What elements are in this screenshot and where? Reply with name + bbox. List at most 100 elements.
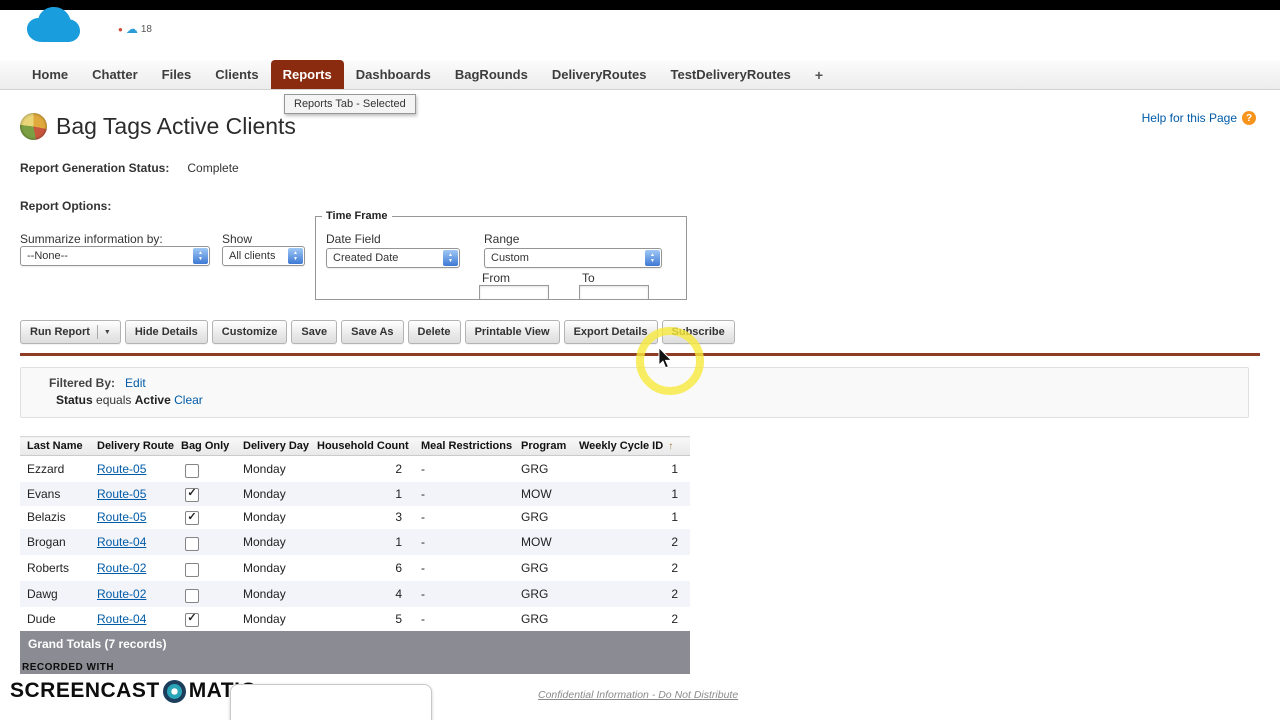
col-weekly-cycle-id[interactable]: Weekly Cycle ID ↑ (572, 436, 690, 456)
table-row: Ezzard Route-05 Monday 2 - GRG 1 (20, 456, 690, 483)
summarize-select[interactable]: --None-- ▲ ▼ (20, 246, 210, 266)
tab-bar: Home Chatter Files Clients Reports Dashb… (0, 60, 1280, 90)
cell-bag-only (174, 581, 236, 607)
cell-weekly-cycle-id: 2 (671, 587, 678, 601)
delivery-route-link[interactable]: Route-02 (97, 561, 146, 575)
bag-only-checkbox[interactable] (185, 464, 199, 478)
report-icon (20, 113, 47, 140)
hide-details-button[interactable]: Hide Details (124, 320, 208, 344)
cell-bag-only: ✓ (174, 607, 236, 631)
cell-bag-only: ✓ (174, 506, 236, 530)
filter-clear-link[interactable]: Clear (174, 393, 203, 407)
delivery-route-link[interactable]: Route-02 (97, 587, 146, 601)
cell-delivery-route: Route-05 (90, 482, 174, 506)
cell-weekly-cycle-id: 1 (671, 462, 678, 476)
cell-delivery-route: Route-05 (90, 456, 174, 483)
cell-last-name: Roberts (27, 561, 70, 575)
cell-weekly-cycle-id: 1 (671, 510, 678, 525)
report-generation-status: Report Generation Status: Complete (20, 161, 239, 175)
cell-meal-restrictions: - (421, 611, 425, 626)
bag-only-checkbox[interactable] (185, 563, 199, 577)
watermark-brand: SCREENCAST MATIC (10, 679, 256, 703)
tab-dashboards[interactable]: Dashboards (344, 60, 443, 89)
tab-chatter[interactable]: Chatter (80, 60, 150, 89)
cell-weekly-cycle-id: 2 (671, 561, 678, 575)
cell-meal-restrictions: - (421, 535, 425, 549)
range-select[interactable]: Custom ▲ ▼ (484, 248, 662, 268)
cell-last-name: Ezzard (27, 462, 65, 476)
cell-bag-only (174, 456, 236, 483)
button-divider (96, 325, 98, 339)
export-details-button[interactable]: Export Details (563, 320, 658, 344)
tab-home[interactable]: Home (20, 60, 80, 89)
select-arrows-icon: ▲ ▼ (193, 248, 208, 264)
select-arrows-icon: ▲ ▼ (443, 250, 458, 266)
tab-testdeliveryroutes[interactable]: TestDeliveryRoutes (658, 60, 802, 89)
cell-bag-only (174, 529, 236, 555)
delivery-route-link[interactable]: Route-04 (97, 612, 146, 626)
col-household-count[interactable]: Household Count (310, 436, 414, 456)
cell-delivery-day: Monday (243, 611, 286, 626)
confidential-footer-text: Confidential Information - Do Not Distri… (538, 689, 739, 701)
cell-household-count: 3 (395, 510, 402, 525)
delivery-route-link[interactable]: Route-04 (97, 535, 146, 549)
filtered-by-label: Filtered By: (49, 376, 116, 390)
help-link[interactable]: Help for this Page (1142, 111, 1237, 125)
report-options-heading: Report Options: (20, 199, 112, 213)
cell-weekly-cycle-id: 2 (671, 611, 678, 626)
bag-only-checkbox[interactable] (185, 589, 199, 603)
col-delivery-day[interactable]: Delivery Day (236, 436, 310, 456)
delivery-route-link[interactable]: Route-05 (97, 510, 146, 524)
filter-operator: equals (96, 393, 132, 407)
run-report-button[interactable]: Run Report ▼ (20, 320, 121, 344)
cell-delivery-day: Monday (243, 535, 286, 549)
col-program[interactable]: Program (514, 436, 572, 456)
col-last-name[interactable]: Last Name (20, 436, 90, 456)
cell-delivery-route: Route-04 (90, 529, 174, 555)
delivery-route-link[interactable]: Route-05 (97, 462, 146, 476)
from-date-input[interactable] (479, 285, 549, 300)
tab-reports[interactable]: Reports (270, 60, 344, 89)
report-table: Last Name Delivery Route Bag Only Delive… (20, 436, 690, 674)
date-field-label: Date Field (326, 232, 381, 246)
col-delivery-route[interactable]: Delivery Route (90, 436, 174, 456)
table-row: Dude Route-04 ✓ Monday 5 - GRG 2 (20, 607, 690, 631)
dropdown-caret-icon[interactable]: ▼ (104, 329, 111, 336)
time-frame-fieldset: Time Frame Date Field Created Date ▲ ▼ Ra… (315, 210, 687, 300)
delete-button[interactable]: Delete (407, 320, 461, 344)
cell-meal-restrictions: - (421, 462, 425, 476)
subscribe-button[interactable]: Subscribe (661, 320, 735, 344)
help-icon[interactable]: ? (1242, 111, 1256, 125)
col-bag-only[interactable]: Bag Only (174, 436, 236, 456)
tab-clients[interactable]: Clients (203, 60, 270, 89)
cell-delivery-day: Monday (243, 587, 286, 601)
select-arrows-icon: ▲ ▼ (288, 248, 303, 264)
cell-program: GRG (521, 510, 549, 525)
summarize-select-value: --None-- (27, 250, 68, 262)
to-label: To (582, 271, 595, 285)
tab-bagrounds[interactable]: BagRounds (443, 60, 540, 89)
delivery-route-link[interactable]: Route-05 (97, 487, 146, 501)
save-as-button[interactable]: Save As (341, 320, 404, 344)
bag-only-checkbox[interactable]: ✓ (185, 511, 199, 525)
bag-only-checkbox[interactable] (185, 537, 199, 551)
col-meal-restrictions[interactable]: Meal Restrictions (414, 436, 514, 456)
cell-delivery-route: Route-05 (90, 506, 174, 530)
tab-add[interactable]: + (803, 60, 835, 89)
to-date-input[interactable] (579, 285, 649, 300)
salesforce-cloud-logo-icon (24, 6, 82, 51)
cell-program: GRG (521, 561, 549, 575)
tab-deliveryroutes[interactable]: DeliveryRoutes (540, 60, 659, 89)
customize-button[interactable]: Customize (211, 320, 288, 344)
printable-view-button[interactable]: Printable View (464, 320, 560, 344)
screencast-o-matic-logo-icon (162, 679, 186, 703)
save-button[interactable]: Save (291, 320, 338, 344)
filter-edit-link[interactable]: Edit (125, 376, 146, 390)
cell-meal-restrictions: - (421, 561, 425, 575)
date-field-select[interactable]: Created Date ▲ ▼ (326, 248, 460, 268)
cell-household-count: 1 (395, 535, 402, 549)
bag-only-checkbox[interactable]: ✓ (185, 612, 199, 627)
bag-only-checkbox[interactable]: ✓ (185, 487, 199, 502)
tab-files[interactable]: Files (150, 60, 204, 89)
show-select[interactable]: All clients ▲ ▼ (222, 246, 305, 266)
